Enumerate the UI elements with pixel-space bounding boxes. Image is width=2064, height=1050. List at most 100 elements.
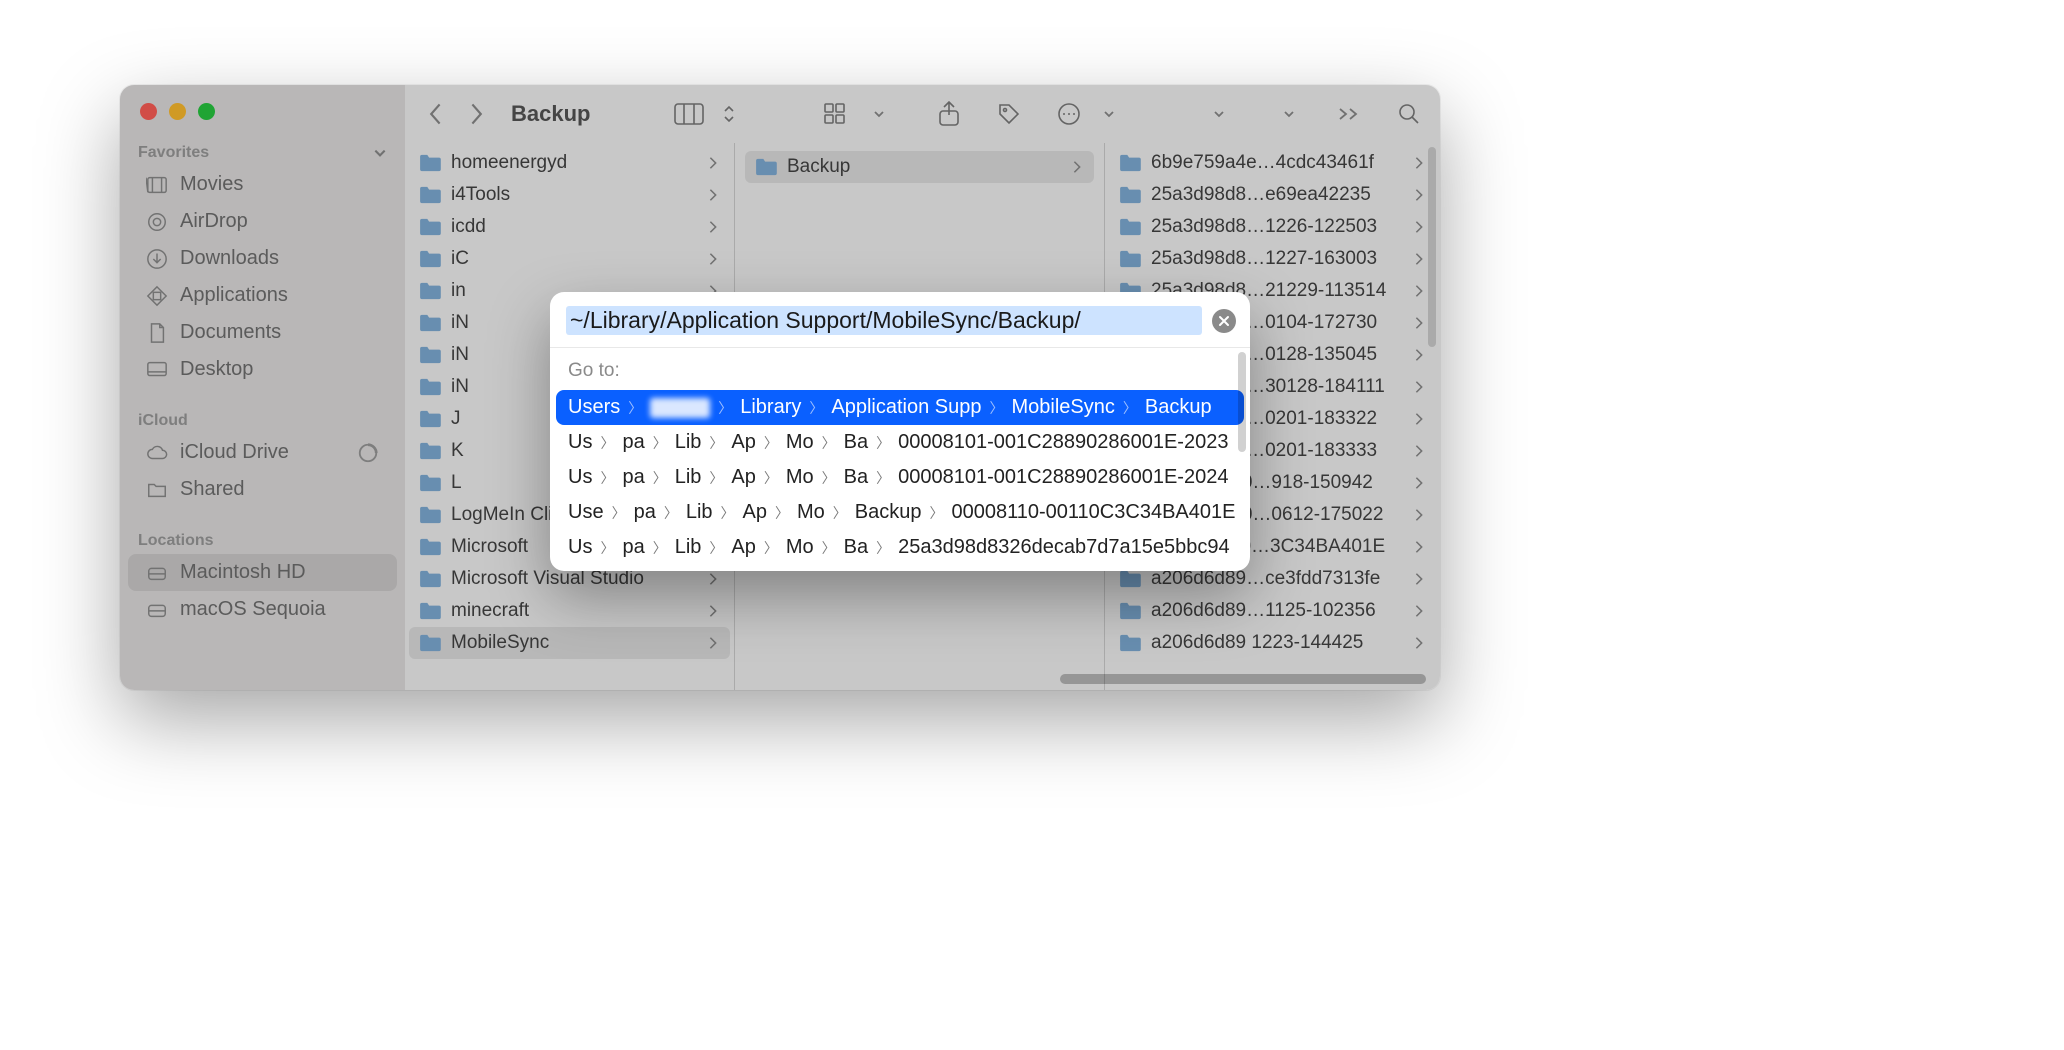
folder-icon [146, 479, 168, 501]
overflow-button-2[interactable] [1274, 99, 1304, 129]
sidebar-item-label: Macintosh HD [180, 561, 306, 584]
group-button[interactable] [824, 99, 854, 129]
downloads-icon [146, 248, 168, 270]
sidebar-item-downloads[interactable]: Downloads [128, 240, 397, 277]
goto-suggestion[interactable]: Users〉〉Library〉Application Supp〉MobileSy… [556, 390, 1244, 425]
folder-row[interactable]: 25a3d98d8…1227-163003 [1109, 243, 1436, 275]
share-button[interactable] [934, 99, 964, 129]
folder-name: Backup [787, 156, 1062, 178]
folder-row[interactable]: MobileSync [409, 627, 730, 659]
folder-name: minecraft [451, 600, 698, 622]
sidebar-item-label: Applications [180, 284, 288, 307]
crumb-segment: pa [622, 431, 644, 454]
redacted-username [650, 398, 710, 418]
goto-suggestion[interactable]: Us〉pa〉Lib〉Ap〉Mo〉Ba〉00008101-001C28890286… [550, 460, 1250, 495]
folder-row[interactable]: a206d6d89…1125-102356 [1109, 595, 1436, 627]
back-button[interactable] [421, 99, 451, 129]
chevron-right-icon [708, 636, 718, 650]
crumb-segment: Us [568, 466, 592, 489]
folder-icon [1119, 634, 1141, 652]
zoom-window-button[interactable] [198, 103, 215, 120]
overflow-button-1[interactable] [1204, 99, 1234, 129]
folder-row[interactable]: minecraft [409, 595, 730, 627]
tags-button[interactable] [994, 99, 1024, 129]
folder-icon [1119, 250, 1141, 268]
folder-row[interactable]: i4Tools [409, 179, 730, 211]
movies-icon [146, 174, 168, 196]
chevron-right-icon: 〉 [876, 468, 890, 488]
chevron-right-icon: 〉 [764, 538, 778, 558]
folder-icon [419, 250, 441, 268]
folder-row[interactable]: 25a3d98d8…e69ea42235 [1109, 179, 1436, 211]
chevron-right-icon [1414, 604, 1424, 618]
chevron-right-icon: 〉 [664, 503, 678, 523]
action-menu-button[interactable] [1094, 99, 1124, 129]
folder-row[interactable]: 25a3d98d8…1226-122503 [1109, 211, 1436, 243]
folder-row[interactable]: Backup [745, 151, 1094, 183]
folder-row[interactable]: homeenergyd [409, 147, 730, 179]
sidebar-item-movies[interactable]: Movies [128, 166, 397, 203]
folder-row[interactable]: a206d6d89 1223-144425 [1109, 627, 1436, 659]
chevron-right-icon: 〉 [718, 398, 732, 418]
crumb-segment: Mo [786, 536, 814, 559]
sidebar-section-header[interactable]: Locations [120, 526, 405, 554]
search-button[interactable] [1394, 99, 1424, 129]
crumb-segment: Library [740, 396, 801, 419]
sidebar-item-macos-sequoia[interactable]: macOS Sequoia [128, 591, 397, 628]
goto-path-input[interactable]: ~/Library/Application Support/MobileSync… [566, 306, 1202, 335]
scrollbar[interactable] [1238, 352, 1246, 452]
scrollbar[interactable] [1428, 147, 1436, 347]
chevron-right-icon: 〉 [764, 433, 778, 453]
sidebar-section-header[interactable]: Favorites [120, 138, 405, 166]
chevron-right-icon: 〉 [653, 468, 667, 488]
crumb-segment: MobileSync [1011, 396, 1114, 419]
sidebar-item-macintosh-hd[interactable]: Macintosh HD [128, 554, 397, 591]
group-menu-button[interactable] [864, 99, 894, 129]
folder-icon [1119, 186, 1141, 204]
folder-name: 25a3d98d8…1227-163003 [1151, 248, 1404, 270]
chevron-right-icon: 〉 [653, 538, 667, 558]
crumb-segment: Lib [686, 501, 713, 524]
folder-icon [419, 410, 441, 428]
sidebar-item-documents[interactable]: Documents [128, 314, 397, 351]
action-button[interactable] [1054, 99, 1084, 129]
close-window-button[interactable] [140, 103, 157, 120]
more-button[interactable] [1334, 99, 1364, 129]
chevron-right-icon: 〉 [709, 538, 723, 558]
crumb-segment: 00008110-00110C3C34BA401E [952, 501, 1236, 524]
chevron-right-icon [1414, 444, 1424, 458]
crumb-segment: Ba [844, 431, 868, 454]
crumb-segment: pa [622, 536, 644, 559]
horizontal-scrollbar[interactable] [410, 674, 1426, 684]
sidebar-item-airdrop[interactable]: AirDrop [128, 203, 397, 240]
goto-suggestion[interactable]: Us〉pa〉Lib〉Ap〉Mo〉Ba〉00008101-001C28890286… [550, 425, 1250, 460]
folder-name: i4Tools [451, 184, 698, 206]
view-sort-button[interactable] [714, 99, 744, 129]
view-columns-button[interactable] [674, 99, 704, 129]
chevron-right-icon: 〉 [930, 503, 944, 523]
folder-row[interactable]: 6b9e759a4e…4cdc43461f [1109, 147, 1436, 179]
folder-row[interactable]: icdd [409, 211, 730, 243]
goto-suggestion[interactable]: Us〉pa〉Lib〉Ap〉Mo〉Ba〉25a3d98d8326decab7d7a… [550, 530, 1250, 565]
goto-suggestion[interactable]: Use〉pa〉Lib〉Ap〉Mo〉Backup〉00008110-00110C3… [550, 495, 1250, 530]
toolbar: Backup [405, 85, 1440, 143]
crumb-segment: Users [568, 396, 620, 419]
sidebar-section-header[interactable]: iCloud [120, 406, 405, 434]
folder-row[interactable]: iC [409, 243, 730, 275]
forward-button[interactable] [461, 99, 491, 129]
chevron-right-icon [708, 252, 718, 266]
sidebar-item-shared[interactable]: Shared [128, 471, 397, 508]
clear-input-button[interactable] [1212, 309, 1236, 333]
sidebar-item-label: Desktop [180, 358, 253, 381]
section-label: Locations [138, 532, 214, 550]
folder-name: MobileSync [451, 632, 698, 654]
crumb-segment: Us [568, 536, 592, 559]
sidebar-item-desktop[interactable]: Desktop [128, 351, 397, 388]
minimize-window-button[interactable] [169, 103, 186, 120]
crumb-segment: Backup [1145, 396, 1212, 419]
sidebar-item-icloud-drive[interactable]: iCloud Drive [128, 434, 397, 471]
crumb-segment: Ap [743, 501, 767, 524]
sidebar-item-applications[interactable]: Applications [128, 277, 397, 314]
crumb-segment: pa [634, 501, 656, 524]
folder-icon [419, 570, 441, 588]
